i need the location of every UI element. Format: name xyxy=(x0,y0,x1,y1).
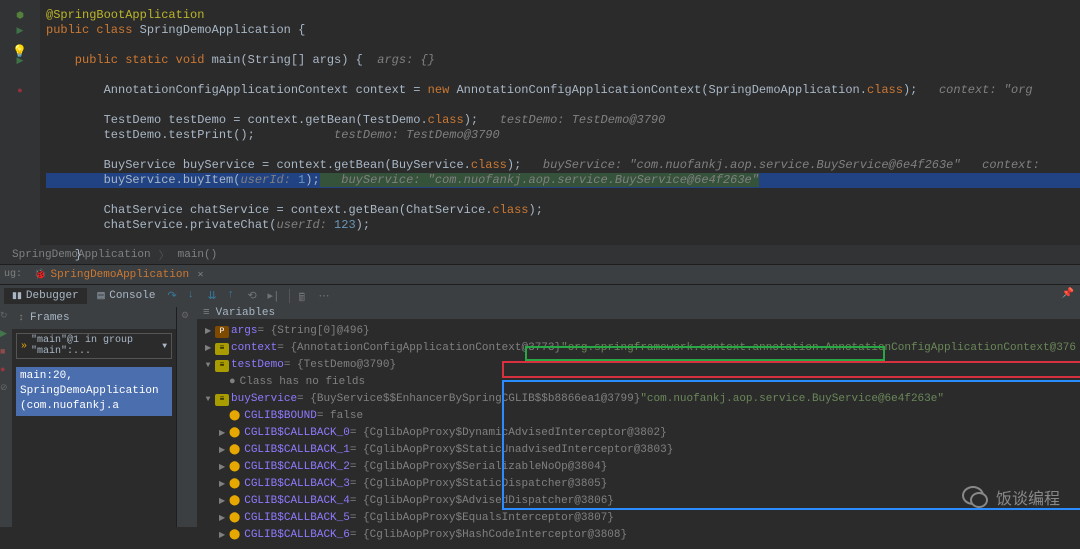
var-context[interactable]: ▶≡context = {AnnotationConfigApplication… xyxy=(201,340,1076,357)
vars-icon: ≡ xyxy=(203,307,210,319)
pause-icon: ▮▮ xyxy=(12,291,22,301)
warning-icon: ⬤ xyxy=(229,460,240,475)
variables-panel: ⚙ ≡ Variables ▶Pargs = {String[0]@496} ▶… xyxy=(177,307,1080,527)
var-cb3[interactable]: ▶⬤CGLIB$CALLBACK_3 = {CglibAopProxy$Stat… xyxy=(201,476,1076,493)
var-buyservice[interactable]: ▼≡buyService = {BuyService$$EnhancerBySp… xyxy=(201,391,1076,408)
force-step-into-icon[interactable]: ⇊ xyxy=(207,289,221,303)
thread-selector[interactable]: » "main"@1 in group "main":... ▼ xyxy=(16,333,172,359)
restore-icon[interactable]: ↕ xyxy=(18,313,24,324)
debug-session-tab[interactable]: 🐞 SpringDemoApplication ✕ xyxy=(28,269,210,281)
stop-icon[interactable]: ■ xyxy=(0,347,12,359)
var-testdemo[interactable]: ▼≡testDemo = {TestDemo@3790} xyxy=(201,357,1076,374)
intention-bulb-icon[interactable]: 💡 xyxy=(12,45,27,60)
resume-icon[interactable]: ▶ xyxy=(0,329,12,341)
variables-tree[interactable]: ▶Pargs = {String[0]@496} ▶≡context = {An… xyxy=(197,319,1080,548)
debugger-toolbar: ▮▮ Debugger ▤ Console ↷ ↓ ⇊ ↑ ⟲ ▸| 🖩 ⋯ 📌 xyxy=(0,285,1080,307)
close-icon[interactable]: ✕ xyxy=(197,270,204,280)
field-icon: ≡ xyxy=(215,360,229,372)
param-icon: P xyxy=(215,326,229,338)
var-cb4[interactable]: ▶⬤CGLIB$CALLBACK_4 = {CglibAopProxy$Advi… xyxy=(201,493,1076,510)
more-icon[interactable]: ⋯ xyxy=(318,289,332,303)
frames-panel: ↕ Frames » "main"@1 in group "main":... … xyxy=(12,307,177,527)
step-into-icon[interactable]: ↓ xyxy=(187,289,201,303)
var-cb2[interactable]: ▶⬤CGLIB$CALLBACK_2 = {CglibAopProxy$Seri… xyxy=(201,459,1076,476)
run-gutter-icon[interactable]: ▶ xyxy=(17,26,24,36)
debug-side-toolbar: ↻ ▶ ■ ● ⊘ xyxy=(0,307,12,527)
chevron-down-icon: ▼ xyxy=(162,342,167,351)
spring-icon: ⬢ xyxy=(16,11,24,21)
debug-tab-bar: ug: 🐞 SpringDemoApplication ✕ xyxy=(0,265,1080,285)
step-over-icon[interactable]: ↷ xyxy=(167,289,181,303)
error-icon: ● xyxy=(17,86,22,96)
stack-frame-row[interactable]: main:20, SpringDemoApplication (com.nuof… xyxy=(16,367,172,416)
pin-icon[interactable]: 📌 xyxy=(1062,288,1074,300)
warning-icon: ⬤ xyxy=(229,494,240,509)
settings-icon[interactable]: ⚙ xyxy=(181,311,193,323)
annotation: @SpringBootApplication xyxy=(46,8,204,22)
rerun-icon[interactable]: ↻ xyxy=(0,311,12,323)
drop-frame-icon[interactable]: ⟲ xyxy=(247,289,261,303)
evaluate-icon[interactable]: 🖩 xyxy=(298,289,312,303)
frames-header: ↕ Frames xyxy=(12,307,176,329)
var-cb5[interactable]: ▶⬤CGLIB$CALLBACK_5 = {CglibAopProxy$Equa… xyxy=(201,510,1076,527)
code-editor[interactable]: ⬢ ▶ ▶ ● 💡 @SpringBootApplication public … xyxy=(0,0,1080,245)
warning-icon: ⬤ xyxy=(229,528,240,543)
var-cb0[interactable]: ▶⬤CGLIB$CALLBACK_0 = {CglibAopProxy$Dyna… xyxy=(201,425,1076,442)
run-to-cursor-icon[interactable]: ▸| xyxy=(267,289,281,303)
warning-icon: ⬤ xyxy=(229,511,240,526)
wechat-icon xyxy=(962,486,988,508)
mute-breakpoints-icon[interactable]: ⊘ xyxy=(0,383,12,395)
tab-console[interactable]: ▤ Console xyxy=(89,288,164,304)
breakpoint-icon[interactable]: ● xyxy=(0,365,12,377)
warning-icon: ⬤ xyxy=(229,426,240,441)
highlighted-line[interactable]: buyService.buyItem(userId: 1); buyServic… xyxy=(46,173,1080,188)
warning-icon: ⬤ xyxy=(229,409,240,424)
editor-gutter: ⬢ ▶ ▶ ● xyxy=(0,0,40,245)
field-icon: ≡ xyxy=(215,394,229,406)
tab-debugger[interactable]: ▮▮ Debugger xyxy=(4,288,87,304)
code-area[interactable]: 💡 @SpringBootApplication public class Sp… xyxy=(40,0,1080,245)
var-args[interactable]: ▶Pargs = {String[0]@496} xyxy=(201,323,1076,340)
vars-side-toolbar: ⚙ xyxy=(177,307,197,527)
warning-icon: ⬤ xyxy=(229,477,240,492)
var-cb1[interactable]: ▶⬤CGLIB$CALLBACK_1 = {CglibAopProxy$Stat… xyxy=(201,442,1076,459)
warning-icon: ⬤ xyxy=(229,443,240,458)
var-cb6[interactable]: ▶⬤CGLIB$CALLBACK_6 = {CglibAopProxy$Hash… xyxy=(201,527,1076,544)
console-icon: ▤ xyxy=(97,291,106,301)
info-icon: ● xyxy=(229,375,236,390)
var-nofields: ●Class has no fields xyxy=(201,374,1076,391)
debug-panel: ↻ ▶ ■ ● ⊘ ↕ Frames » "main"@1 in group "… xyxy=(0,307,1080,527)
field-icon: ≡ xyxy=(215,343,229,355)
thread-icon: » xyxy=(21,341,27,352)
watermark: 饭谈编程 xyxy=(962,485,1060,509)
step-out-icon[interactable]: ↑ xyxy=(227,289,241,303)
var-bound[interactable]: ⬤CGLIB$BOUND = false xyxy=(201,408,1076,425)
bug-icon: 🐞 xyxy=(34,269,46,281)
vars-header: ≡ Variables xyxy=(197,307,1080,319)
chevron-right-icon: 〉 xyxy=(155,247,174,263)
